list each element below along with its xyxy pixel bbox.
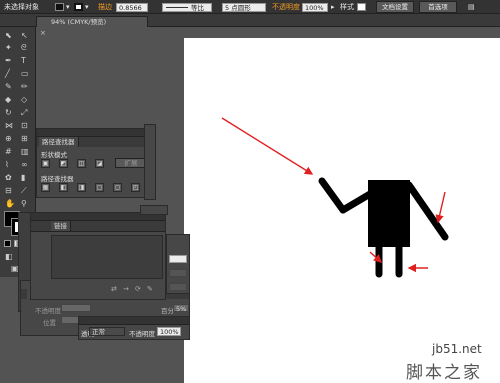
annotation-arrow-arm	[221, 117, 314, 175]
watermark-text: 脚本之家	[406, 363, 482, 383]
figure-torso	[368, 180, 410, 247]
figure-right-arm	[405, 181, 449, 241]
figure-silhouette[interactable]	[318, 177, 449, 278]
watermark: jb51.net 脚本之家	[398, 340, 498, 383]
figure-left-forearm	[339, 190, 374, 214]
figure-left-arm	[318, 177, 347, 214]
canvas-artwork	[221, 117, 449, 278]
watermark-url: jb51.net	[432, 342, 482, 356]
annotation-arrow-side	[435, 191, 446, 224]
